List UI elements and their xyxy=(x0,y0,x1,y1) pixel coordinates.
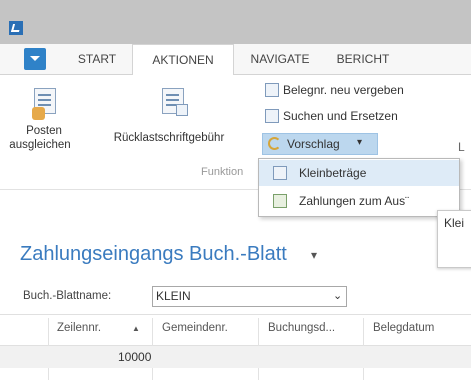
app-logo-icon xyxy=(9,21,23,35)
batch-name-value: KLEIN xyxy=(156,289,191,303)
ruecklastschriftgebuehr-button[interactable]: Rücklastschriftgebühr xyxy=(84,84,254,144)
chevron-down-icon[interactable]: ⌄ xyxy=(333,289,342,302)
vorschlag-dropdown-menu: Kleinbeträge Zahlungen zum Aus¨ xyxy=(258,158,460,217)
find-replace-icon xyxy=(265,109,279,123)
column-header-buchungsdatum[interactable]: Buchungsd... xyxy=(268,322,335,334)
application-menu-button[interactable] xyxy=(24,48,46,70)
posten-ausgleichen-button[interactable]: Posten ausgleichen xyxy=(9,84,78,160)
chevron-down-icon: ▾ xyxy=(357,137,363,148)
belegnr-neu-vergeben-button[interactable]: Belegnr. neu vergeben xyxy=(262,80,442,100)
ausgleichen-label: ausgleichen xyxy=(9,139,71,151)
small-amounts-icon xyxy=(273,166,287,180)
tooltip: Klei xyxy=(437,210,471,268)
belegnr-label: Belegnr. neu vergeben xyxy=(283,83,404,97)
chevron-down-icon[interactable]: ▾ xyxy=(311,248,317,262)
ruecklastschrift-label: Rücklastschriftgebühr xyxy=(113,132,225,144)
column-header-zeilennr[interactable]: Zeilennr. xyxy=(57,322,101,334)
column-header-gemeindenr[interactable]: Gemeindenr. xyxy=(162,322,228,334)
suchen-ersetzen-button[interactable]: Suchen und Ersetzen xyxy=(262,106,442,126)
payments-icon xyxy=(273,194,287,208)
title-bar xyxy=(0,0,471,44)
column-header-belegdatum[interactable]: Belegdatum xyxy=(373,322,434,334)
menu-item-kleinbetraege[interactable]: Kleinbeträge xyxy=(259,160,459,186)
menu-item-zahlungen[interactable]: Zahlungen zum Aus¨ xyxy=(259,188,459,214)
table-row[interactable] xyxy=(0,346,471,368)
tab-aktionen[interactable]: AKTIONEN xyxy=(132,44,234,76)
tab-navigate[interactable]: NAVIGATE xyxy=(240,44,320,75)
tab-start[interactable]: START xyxy=(64,44,130,75)
apply-badge-icon xyxy=(32,107,45,120)
tab-bericht[interactable]: BERICHT xyxy=(323,44,403,75)
menu-item-label: Zahlungen zum Aus¨ xyxy=(299,194,410,208)
page-title: Zahlungseingangs Buch.-Blatt xyxy=(20,243,287,265)
menu-item-label: Kleinbeträge xyxy=(299,166,367,180)
ribbon-group-label: Funktion xyxy=(201,166,244,178)
renumber-icon xyxy=(265,83,279,97)
sort-ascending-icon: ▲ xyxy=(132,324,140,333)
grid-overlay-icon xyxy=(176,104,188,116)
vorschlag-label: Vorschlag xyxy=(287,137,340,151)
ribbon-cutoff-label: L xyxy=(458,140,465,154)
chevron-down-icon xyxy=(30,56,40,61)
batch-name-label: Buch.-Blattname: xyxy=(23,290,112,302)
suchen-label: Suchen und Ersetzen xyxy=(283,109,398,123)
suggest-icon xyxy=(268,137,281,150)
tooltip-text: Klei xyxy=(444,216,465,230)
line-number-cell: 10000 xyxy=(118,350,152,364)
posten-label: Posten xyxy=(26,125,62,137)
